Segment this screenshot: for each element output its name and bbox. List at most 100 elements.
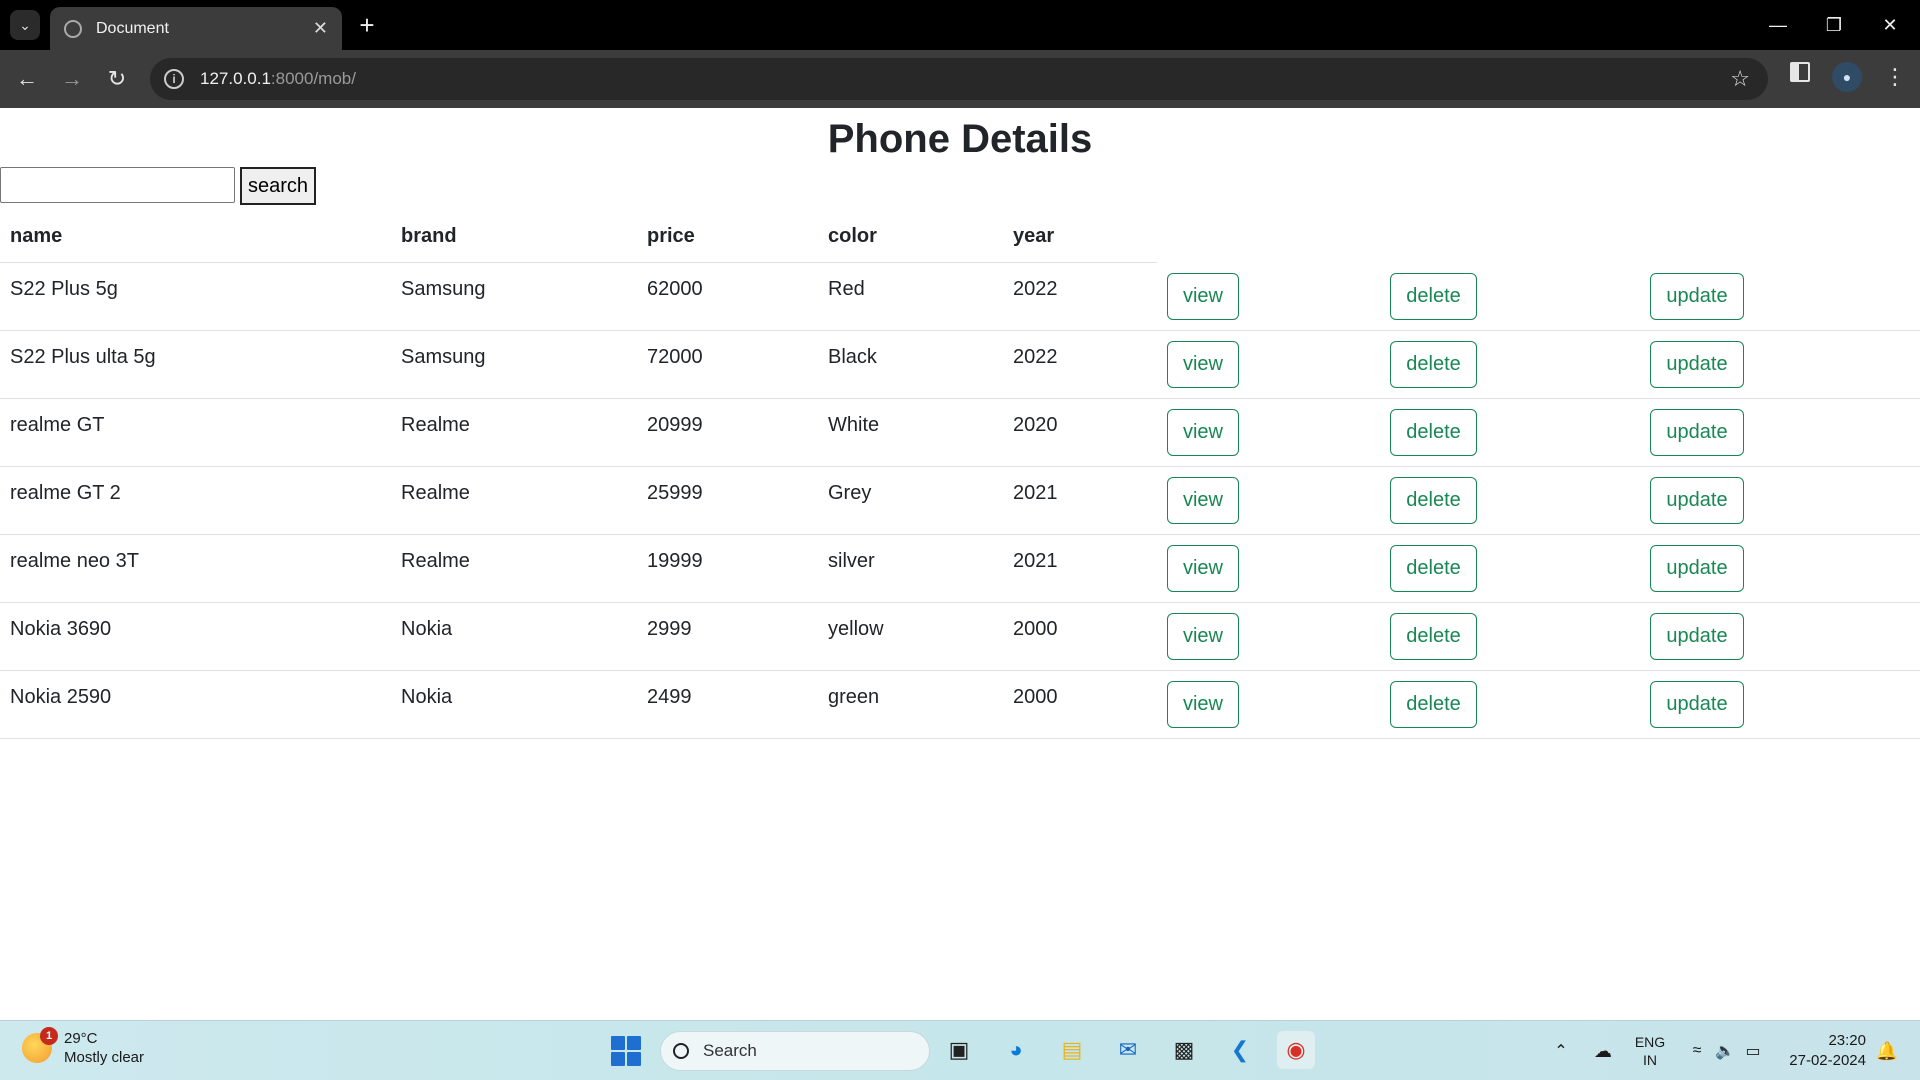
view-button[interactable]: view bbox=[1167, 477, 1239, 524]
cell-price: 19999 bbox=[647, 550, 703, 572]
update-button[interactable]: update bbox=[1650, 545, 1744, 592]
tab-title: Document bbox=[96, 19, 169, 37]
bookmark-star-icon[interactable]: ☆ bbox=[1730, 66, 1750, 92]
column-header-name: name bbox=[10, 225, 63, 247]
update-button[interactable]: update bbox=[1650, 409, 1744, 456]
reload-icon[interactable]: ↻ bbox=[100, 62, 134, 96]
cell-color: silver bbox=[828, 550, 875, 572]
file-explorer-icon[interactable]: ▤ bbox=[1053, 1031, 1091, 1069]
view-button[interactable]: view bbox=[1167, 613, 1239, 660]
cell-price: 62000 bbox=[647, 278, 703, 300]
side-panel-icon[interactable] bbox=[1790, 62, 1810, 82]
taskbar-search[interactable]: Search bbox=[660, 1031, 930, 1071]
view-button[interactable]: view bbox=[1167, 545, 1239, 592]
globe-icon bbox=[64, 19, 82, 38]
vscode-icon[interactable]: ❮ bbox=[1221, 1031, 1259, 1069]
url-path: :8000/mob/ bbox=[270, 69, 356, 88]
forward-arrow-icon[interactable]: → bbox=[55, 62, 89, 96]
weather-temp: 29°C bbox=[64, 1030, 98, 1047]
column-header-brand: brand bbox=[401, 225, 457, 247]
cell-year: 2000 bbox=[1013, 686, 1058, 708]
lang-line2: IN bbox=[1643, 1052, 1657, 1068]
update-button[interactable]: update bbox=[1650, 613, 1744, 660]
language-indicator[interactable]: ENG IN bbox=[1630, 1021, 1670, 1080]
delete-button[interactable]: delete bbox=[1390, 409, 1477, 456]
address-bar[interactable]: i 127.0.0.1:8000/mob/ ☆ bbox=[150, 58, 1768, 100]
mail-icon[interactable]: ✉ bbox=[1109, 1031, 1147, 1069]
close-window-icon[interactable]: ✕ bbox=[1862, 0, 1918, 50]
weather-desc: Mostly clear bbox=[64, 1049, 145, 1066]
delete-button[interactable]: delete bbox=[1390, 477, 1477, 524]
task-view-icon[interactable]: ▣ bbox=[940, 1031, 978, 1069]
wifi-icon[interactable]: ≈ bbox=[1684, 1021, 1710, 1080]
search-input[interactable] bbox=[0, 167, 235, 203]
onedrive-cloud-icon[interactable]: ☁ bbox=[1588, 1021, 1618, 1080]
cell-brand: Realme bbox=[401, 482, 470, 504]
weather-widget[interactable]: 1 29°C Mostly clear bbox=[22, 1027, 145, 1067]
cell-price: 25999 bbox=[647, 482, 703, 504]
terminal-icon[interactable]: ▩ bbox=[1165, 1031, 1203, 1069]
restore-icon[interactable]: ❐ bbox=[1806, 0, 1862, 50]
view-button[interactable]: view bbox=[1167, 341, 1239, 388]
volume-icon[interactable]: 🔈 bbox=[1712, 1021, 1738, 1080]
cell-year: 2022 bbox=[1013, 278, 1058, 300]
table-header: name brand price color year bbox=[0, 209, 1157, 263]
cell-brand: Samsung bbox=[401, 346, 486, 368]
update-button[interactable]: update bbox=[1650, 477, 1744, 524]
table-row: realme GT 2 Realme 25999 Grey 2021 view … bbox=[0, 467, 1920, 535]
cell-price: 2999 bbox=[647, 618, 692, 640]
browser-toolbar: ← → ↻ i 127.0.0.1:8000/mob/ ☆ bbox=[0, 50, 1920, 108]
column-header-year: year bbox=[1013, 225, 1055, 247]
site-info-icon[interactable]: i bbox=[164, 69, 184, 89]
cell-brand: Nokia bbox=[401, 686, 453, 708]
browser-tab[interactable]: Document ✕ bbox=[50, 7, 342, 50]
new-tab-plus-icon[interactable]: + bbox=[352, 10, 382, 40]
delete-button[interactable]: delete bbox=[1390, 681, 1477, 728]
search-icon bbox=[673, 1043, 689, 1059]
more-menu-icon[interactable]: ⋮ bbox=[1880, 62, 1910, 92]
show-hidden-icons-chevron-icon[interactable]: ⌃ bbox=[1548, 1021, 1574, 1080]
system-clock[interactable]: 23:20 27-02-2024 bbox=[1780, 1031, 1866, 1071]
cell-brand: Realme bbox=[401, 550, 470, 572]
minimize-icon[interactable]: — bbox=[1750, 0, 1806, 50]
cell-color: Black bbox=[828, 346, 877, 368]
cell-year: 2021 bbox=[1013, 482, 1058, 504]
table-row: S22 Plus ulta 5g Samsung 72000 Black 202… bbox=[0, 331, 1920, 399]
back-arrow-icon[interactable]: ← bbox=[10, 62, 44, 96]
windows-start-icon[interactable] bbox=[611, 1036, 641, 1066]
search-button[interactable]: search bbox=[240, 167, 316, 205]
cell-name: S22 Plus ulta 5g bbox=[10, 346, 156, 368]
close-tab-icon[interactable]: ✕ bbox=[313, 18, 328, 39]
delete-button[interactable]: delete bbox=[1390, 273, 1477, 320]
cell-name: S22 Plus 5g bbox=[10, 278, 118, 300]
edge-browser-icon[interactable]: ◕ bbox=[997, 1031, 1035, 1069]
table-row: Nokia 2590 Nokia 2499 green 2000 view de… bbox=[0, 671, 1920, 739]
cell-year: 2000 bbox=[1013, 618, 1058, 640]
view-button[interactable]: view bbox=[1167, 681, 1239, 728]
delete-button[interactable]: delete bbox=[1390, 341, 1477, 388]
column-header-price: price bbox=[647, 225, 695, 247]
lang-line1: ENG bbox=[1634, 1034, 1666, 1050]
update-button[interactable]: update bbox=[1650, 341, 1744, 388]
delete-button[interactable]: delete bbox=[1390, 613, 1477, 660]
notification-bell-icon[interactable]: 🔔 bbox=[1872, 1021, 1902, 1080]
update-button[interactable]: update bbox=[1650, 273, 1744, 320]
profile-avatar-icon[interactable]: ● bbox=[1832, 62, 1862, 92]
chrome-icon[interactable]: ◉ bbox=[1277, 1031, 1315, 1069]
view-button[interactable]: view bbox=[1167, 273, 1239, 320]
view-button[interactable]: view bbox=[1167, 409, 1239, 456]
table-row: realme neo 3T Realme 19999 silver 2021 v… bbox=[0, 535, 1920, 603]
table-row: realme GT Realme 20999 White 2020 view d… bbox=[0, 399, 1920, 467]
update-button[interactable]: update bbox=[1650, 681, 1744, 728]
cell-name: realme GT bbox=[10, 414, 105, 436]
cell-price: 2499 bbox=[647, 686, 692, 708]
delete-button[interactable]: delete bbox=[1390, 545, 1477, 592]
column-header-color: color bbox=[828, 225, 877, 247]
weather-badge: 1 bbox=[40, 1027, 58, 1045]
cell-brand: Realme bbox=[401, 414, 470, 436]
cell-color: Red bbox=[828, 278, 865, 300]
battery-icon[interactable]: ▭ bbox=[1740, 1021, 1766, 1080]
cell-brand: Samsung bbox=[401, 278, 486, 300]
tab-search-chevron-icon[interactable]: ⌄ bbox=[10, 10, 40, 40]
table-row: Nokia 3690 Nokia 2999 yellow 2000 view d… bbox=[0, 603, 1920, 671]
